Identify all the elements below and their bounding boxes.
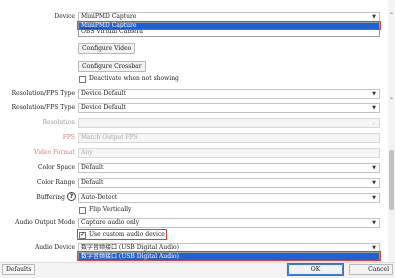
video-format-select: Any (78, 148, 380, 158)
scrollbar-thumb[interactable] (389, 150, 394, 210)
audio-output-mode-select[interactable]: Capture audio only ▼ (78, 218, 380, 228)
color-range-value: Default (81, 179, 104, 186)
resolution-fps-type-label: Resolution/FPS Type (11, 90, 75, 97)
audio-device-value: 数字音频接口 (USB Digital Audio) (81, 244, 179, 251)
chevron-down-icon: ▼ (372, 195, 376, 201)
color-space-value: Default (81, 164, 104, 171)
ok-button-highlight (287, 263, 344, 276)
cancel-button[interactable]: Cancel (349, 264, 393, 275)
audio-device-option-highlight (77, 251, 381, 261)
video-format-value: Any (81, 149, 93, 156)
resolution-fps-type-select[interactable]: Device Default ▼ (78, 89, 380, 99)
buffering-label: Buffering (36, 194, 65, 201)
deactivate-checkbox[interactable] (79, 76, 86, 83)
buffering-value: Auto-Detect (81, 194, 118, 201)
scrollbar[interactable] (388, 0, 395, 262)
audio-output-mode-value: Capture audio only (81, 219, 140, 226)
defaults-button[interactable]: Defaults (2, 264, 36, 275)
resolution-fps-type-value-2: Device Default (81, 104, 126, 111)
custom-audio-highlight (77, 229, 167, 240)
resolution-fps-type-value: Device Default (81, 90, 126, 97)
scroll-up-arrow-icon[interactable]: ⌃ (389, 12, 394, 19)
resolution-fps-type-label-2: Resolution/FPS Type (11, 104, 75, 111)
color-space-select[interactable]: Default ▼ (78, 163, 380, 173)
audio-device-label: Audio Device (34, 244, 75, 251)
chevron-down-icon: ▼ (372, 220, 376, 226)
resolution-fps-type-select-2[interactable]: Device Default ▼ (78, 103, 380, 113)
device-option-highlight (77, 21, 381, 30)
color-range-label: Color Range (37, 179, 75, 186)
resolution-select: ⌄ (78, 118, 380, 128)
resolution-label: Resolution (42, 119, 75, 126)
flip-vertically-label: Flip Vertically (89, 206, 132, 213)
device-select-value: MiniPMD Capture (81, 13, 137, 20)
color-range-select[interactable]: Default ▼ (78, 178, 380, 188)
buffering-select[interactable]: Auto-Detect ▼ (78, 193, 380, 203)
chevron-down-icon: ▼ (372, 165, 376, 171)
video-format-label: Video Format (33, 149, 75, 156)
configure-video-button[interactable]: Configure Video (78, 43, 136, 54)
flip-vertically-checkbox[interactable] (79, 207, 86, 214)
audio-output-mode-label: Audio Output Mode (15, 219, 75, 226)
chevron-down-icon: ▼ (372, 91, 376, 97)
deactivate-label: Deactivate when not showing (89, 75, 179, 82)
device-label: Device (54, 13, 75, 20)
chevron-down-icon: ▼ (372, 180, 376, 186)
chevron-down-icon: ▼ (372, 14, 376, 20)
fps-select: Match Output FPS (78, 133, 380, 143)
color-space-label: Color Space (38, 164, 75, 171)
configure-crossbar-button[interactable]: Configure Crossbar (78, 61, 146, 72)
chevron-down-icon: ▼ (372, 105, 376, 111)
chevron-down-icon: ⌄ (371, 120, 376, 126)
fps-value: Match Output FPS (81, 134, 138, 141)
help-icon[interactable]: ? (67, 192, 76, 201)
fps-label: FPS (62, 134, 75, 141)
scroll-up-arrow-icon-2[interactable]: ⌃ (389, 97, 394, 104)
